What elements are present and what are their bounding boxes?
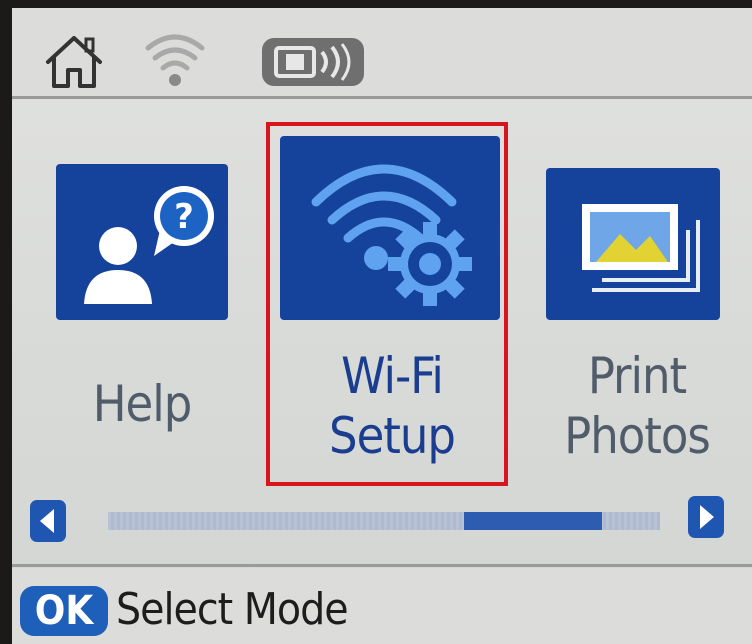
ok-button-badge[interactable]: OK (20, 586, 108, 636)
footer-divider (12, 564, 752, 567)
help-menu-tile[interactable]: ? (56, 164, 228, 320)
scrollbar-thumb[interactable] (464, 512, 602, 530)
print-photos-label: Print Photos (564, 347, 711, 465)
print-photos-menu-tile[interactable] (546, 168, 720, 320)
scroll-left-icon (40, 509, 54, 533)
svg-text:?: ? (174, 197, 194, 237)
help-label: Help (92, 375, 193, 433)
nfc-icon (262, 38, 364, 86)
printer-lcd-screen: ? Help Wi-Fi Setup Print Photos OK Selec… (12, 8, 752, 644)
scroll-left-button[interactable] (30, 500, 66, 542)
footer-bar: OK Select Mode (12, 568, 752, 644)
selection-highlight (266, 122, 508, 486)
scrollbar-track[interactable] (108, 512, 660, 530)
help-person-icon: ? (84, 186, 214, 304)
status-bar (12, 8, 752, 96)
photos-icon (582, 204, 700, 292)
footer-hint: Select Mode (116, 584, 349, 635)
scroll-right-button[interactable] (688, 496, 724, 538)
status-divider (12, 96, 752, 99)
wifi-signal-icon (142, 26, 208, 90)
scroll-right-icon (700, 505, 714, 529)
home-icon[interactable] (42, 30, 106, 92)
